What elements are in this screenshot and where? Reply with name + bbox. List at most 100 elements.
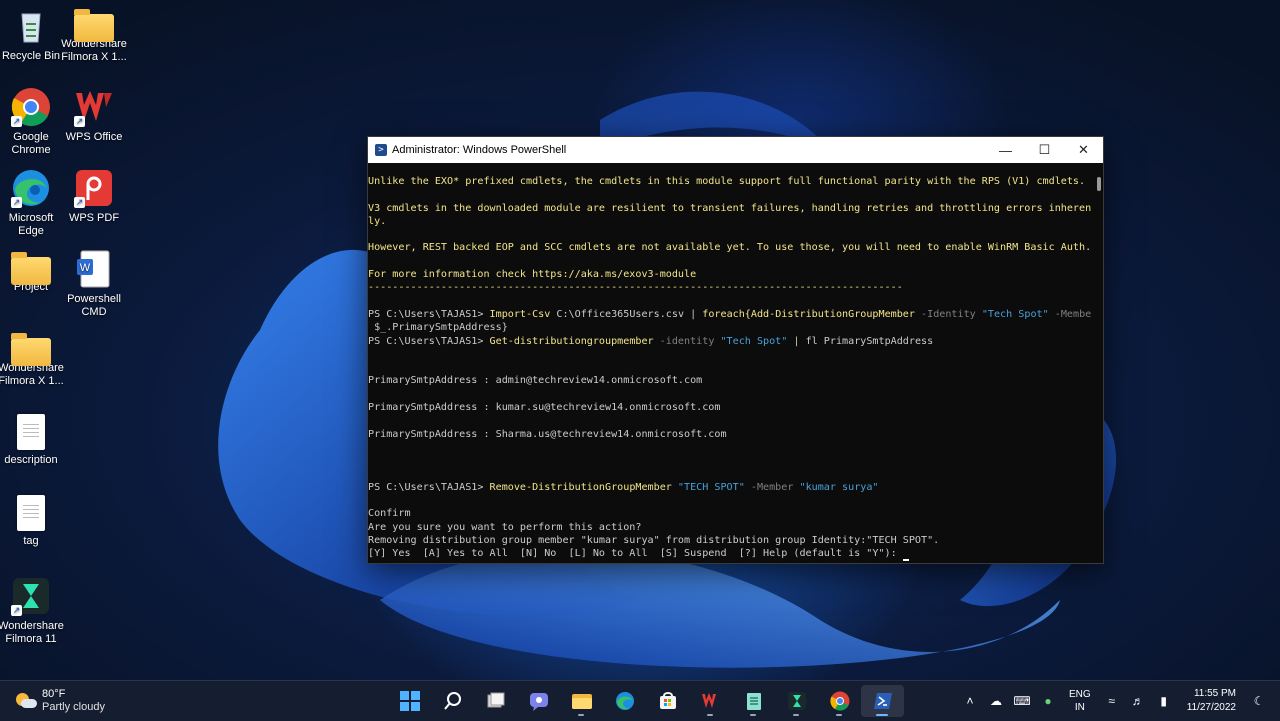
desktop-icon-label: tag [23, 535, 39, 547]
desktop-icon-project[interactable]: Project [0, 249, 64, 294]
console-line: However, REST backed EOP and SCC cmdlets… [368, 242, 1091, 254]
file-explorer-button[interactable] [560, 685, 603, 717]
desktop-icon-microsoft-edge[interactable]: ↗ Microsoft Edge [0, 168, 64, 238]
weather-description: Partly cloudy [42, 701, 105, 713]
language-region: IN [1074, 702, 1085, 713]
desktop-icon-description[interactable]: description [0, 414, 64, 467]
desktop-icon-label: WPS Office [65, 131, 123, 143]
store-button[interactable] [646, 685, 689, 717]
desktop-icon-tag[interactable]: tag [0, 495, 64, 548]
shortcut-arrow-icon: ↗ [11, 197, 22, 208]
string-argument: "kumar surya" [799, 481, 879, 493]
search-icon [443, 692, 461, 710]
filmora-icon: ↗ [11, 576, 51, 616]
powershell-taskbar-button[interactable] [861, 685, 904, 717]
chrome-icon: ↗ [11, 87, 51, 127]
system-tray: ˄ ☁ ⌨ ● ENG IN ≈ ♬ ▮ 11:55 PM 11/27/2022… [957, 681, 1280, 721]
text-cursor [902, 558, 909, 561]
microphone-icon[interactable]: ● [1035, 694, 1061, 708]
close-button[interactable]: ✕ [1064, 137, 1103, 163]
console-output-line: Are you sure you want to perform this ac… [368, 521, 642, 533]
desktop-icon-google-chrome[interactable]: ↗ Google Chrome [0, 87, 64, 157]
partly-cloudy-icon [16, 693, 37, 709]
parameter: -identity [653, 335, 721, 347]
wps-office-taskbar-button[interactable] [689, 685, 732, 717]
prompt: PS C:\Users\TAJAS1> [368, 335, 490, 347]
edge-icon: ↗ [11, 168, 51, 208]
battery-icon[interactable]: ▮ [1151, 694, 1177, 708]
language-indicator[interactable]: ENG IN [1069, 688, 1091, 714]
console-output-line: PrimarySmtpAddress : kumar.su@techreview… [368, 402, 721, 414]
console-command-line: PS C:\Users\TAJAS1> Remove-DistributionG… [368, 481, 1091, 494]
notepad-button[interactable] [732, 685, 775, 717]
window-titlebar[interactable]: > Administrator: Windows PowerShell — ☐ … [368, 137, 1103, 163]
scrollbar-thumb[interactable] [1097, 177, 1101, 191]
console-output-line: PrimarySmtpAddress : Sharma.us@techrevie… [368, 428, 727, 440]
chrome-taskbar-button[interactable] [818, 685, 861, 717]
focus-assist-icon[interactable]: ☾ [1246, 694, 1272, 708]
desktop-icon-label: Wondershare Filmora 11 [0, 620, 64, 645]
shortcut-arrow-icon: ↗ [11, 605, 22, 616]
wifi-icon[interactable]: ≈ [1099, 694, 1125, 708]
running-indicator [836, 714, 842, 716]
volume-icon[interactable]: ♬ [1125, 694, 1151, 708]
filmora-taskbar-button[interactable] [775, 685, 818, 717]
text-document-icon [17, 414, 45, 450]
desktop-icon-label: Microsoft Edge [8, 212, 54, 237]
notepad-icon [746, 693, 761, 710]
desktop-icon-filmora-11[interactable]: ↗ Wondershare Filmora 11 [0, 576, 64, 646]
start-button[interactable] [388, 685, 431, 717]
language-code: ENG [1069, 689, 1091, 700]
argument: | fl PrimarySmtpAddress [787, 335, 934, 347]
console-input-line[interactable]: [Y] Yes [A] Yes to All [N] No [L] No to … [368, 547, 1091, 561]
cmdlet: Remove-DistributionGroupMember [489, 481, 672, 493]
parameter: -Member [1054, 308, 1091, 320]
search-button[interactable] [431, 685, 474, 717]
clock-time: 11:55 PM [1193, 688, 1236, 699]
clock[interactable]: 11:55 PM 11/27/2022 [1187, 687, 1236, 715]
edge-taskbar-button[interactable] [603, 685, 646, 717]
cmdlet: Get-distributiongroupmember [489, 335, 654, 347]
store-icon [659, 692, 676, 709]
desktop-icon-powershell-cmd[interactable]: W Powershell CMD [61, 249, 127, 319]
console-command-line: PS C:\Users\TAJAS1> Import-Csv C:\Office… [368, 308, 1091, 321]
string-argument: "Tech Spot" [720, 335, 788, 347]
start-icon [399, 691, 420, 711]
wps-pdf-icon: ↗ [74, 168, 114, 208]
console-line: Unlike the EXO* prefixed cmdlets, the cm… [368, 176, 1086, 187]
maximize-button[interactable]: ☐ [1025, 137, 1064, 163]
folder-icon [11, 252, 51, 285]
keyboard-icon[interactable]: ⌨ [1009, 694, 1035, 708]
window-title: Administrator: Windows PowerShell [392, 144, 567, 156]
desktop-icon-label: Powershell CMD [67, 293, 121, 318]
shortcut-arrow-icon: ↗ [11, 116, 22, 127]
word-document-icon: W [74, 249, 114, 289]
console-line: ly. [368, 215, 387, 227]
console-output[interactable]: Unlike the EXO* prefixed cmdlets, the cm… [368, 163, 1091, 563]
desktop-icon-wps-pdf[interactable]: ↗ WPS PDF [61, 168, 127, 225]
taskbar-apps [388, 685, 904, 717]
teams-chat-button[interactable] [517, 685, 560, 717]
shortcut-arrow-icon: ↗ [74, 197, 85, 208]
onedrive-icon[interactable]: ☁ [983, 694, 1009, 708]
desktop-icon-recycle-bin[interactable]: Recycle Bin [0, 6, 64, 63]
task-view-button[interactable] [474, 685, 517, 717]
string-argument: "Tech Spot" [981, 308, 1049, 320]
shortcut-arrow-icon: ↗ [74, 116, 85, 127]
desktop-icon-label: Google Chrome [11, 131, 51, 156]
chevron-up-icon[interactable]: ˄ [957, 694, 983, 708]
weather-widget[interactable]: 80°F Partly cloudy [16, 688, 105, 714]
argument: C:\Office365Users.csv | [550, 308, 703, 320]
task-view-icon [487, 692, 504, 708]
desktop-icon-filmora-folder-2[interactable]: Wondershare Filmora X 1... [0, 330, 64, 388]
running-indicator [578, 714, 584, 716]
console-divider: ----------------------------------------… [368, 282, 903, 294]
running-indicator [876, 714, 888, 716]
prompt: PS C:\Users\TAJAS1> [368, 308, 490, 320]
folder-icon [74, 9, 114, 42]
filmora-icon [787, 692, 806, 710]
desktop-icon-filmora-folder[interactable]: Wondershare Filmora X 1... [61, 6, 127, 64]
powershell-window[interactable]: > Administrator: Windows PowerShell — ☐ … [367, 136, 1104, 564]
minimize-button[interactable]: — [986, 137, 1025, 163]
desktop-icon-wps-office[interactable]: ↗ WPS Office [61, 87, 127, 144]
